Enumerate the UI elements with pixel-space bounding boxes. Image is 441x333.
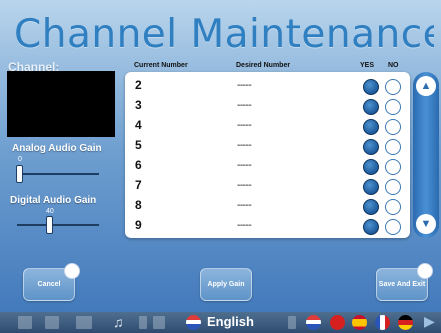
desired-number: -----: [237, 80, 252, 91]
current-number: 7: [135, 178, 142, 192]
table-row[interactable]: 5 -----: [131, 136, 406, 156]
desired-number: -----: [237, 120, 252, 131]
yes-radio[interactable]: [363, 159, 379, 175]
language-label: English: [207, 314, 254, 329]
cancel-button-label: Cancel: [37, 281, 61, 288]
apply-gain-button-label: Apply Gain: [207, 281, 245, 288]
no-radio[interactable]: [385, 139, 401, 155]
chevron-left-icon[interactable]: [288, 316, 296, 329]
current-number: 5: [135, 138, 142, 152]
taskbar-icon-2[interactable]: [45, 316, 59, 329]
apply-gain-button[interactable]: Apply Gain: [200, 268, 252, 301]
save-and-exit-button[interactable]: Save And Exit: [376, 263, 433, 301]
yes-radio[interactable]: [363, 199, 379, 215]
scroll-down-icon[interactable]: ▼: [416, 214, 436, 234]
analog-audio-gain-slider-thumb[interactable]: [16, 165, 23, 183]
yes-radio[interactable]: [363, 179, 379, 195]
table-row[interactable]: 2 -----: [131, 76, 406, 96]
analog-audio-gain-value: 0: [18, 156, 22, 163]
yes-radio[interactable]: [363, 139, 379, 155]
cancel-button[interactable]: Cancel: [23, 263, 80, 301]
desired-number: -----: [237, 100, 252, 111]
taskbar: ♫ English ▶: [0, 312, 441, 333]
desired-number: -----: [237, 200, 252, 211]
current-number: 9: [135, 218, 142, 232]
current-number: 4: [135, 118, 142, 132]
taskbar-icon-6[interactable]: [153, 316, 165, 329]
germany-flag-icon[interactable]: [398, 315, 413, 330]
save-toggle-knob: [417, 263, 433, 279]
no-radio[interactable]: [385, 159, 401, 175]
red-flag-icon[interactable]: [330, 315, 345, 330]
desired-number: -----: [237, 140, 252, 151]
channel-preview: [7, 71, 115, 137]
page-title: Channel Maintenance: [14, 12, 434, 57]
table-row[interactable]: 7 -----: [131, 176, 406, 196]
desired-number: -----: [237, 220, 252, 231]
no-radio[interactable]: [385, 99, 401, 115]
no-radio[interactable]: [385, 219, 401, 235]
yes-radio[interactable]: [363, 219, 379, 235]
taskbar-icon-5[interactable]: [139, 316, 147, 329]
taskbar-icon-3[interactable]: [76, 316, 92, 329]
spain-flag-icon[interactable]: [352, 315, 367, 330]
table-row[interactable]: 6 -----: [131, 156, 406, 176]
chevron-right-icon[interactable]: ▶: [424, 313, 435, 330]
yes-radio[interactable]: [363, 119, 379, 135]
digital-audio-gain-label: Digital Audio Gain: [10, 195, 97, 206]
us-flag-icon-2[interactable]: [306, 315, 321, 330]
cancel-toggle-knob: [64, 263, 80, 279]
column-header-no: NO: [388, 62, 399, 69]
france-flag-icon[interactable]: [375, 315, 390, 330]
scroll-up-icon[interactable]: ▲: [416, 76, 436, 96]
table-row[interactable]: 8 -----: [131, 196, 406, 216]
current-number: 2: [135, 78, 142, 92]
column-header-yes: YES: [360, 62, 375, 69]
yes-radio[interactable]: [363, 79, 379, 95]
current-number: 3: [135, 98, 142, 112]
analog-audio-gain-track[interactable]: [17, 173, 99, 175]
current-number: 6: [135, 158, 142, 172]
yes-radio[interactable]: [363, 99, 379, 115]
no-radio[interactable]: [385, 199, 401, 215]
digital-audio-gain-value: 40: [46, 208, 54, 215]
current-number: 8: [135, 198, 142, 212]
table-row[interactable]: 3 -----: [131, 96, 406, 116]
no-radio[interactable]: [385, 119, 401, 135]
no-radio[interactable]: [385, 79, 401, 95]
save-and-exit-button-label: Save And Exit: [378, 281, 426, 288]
digital-audio-gain-track[interactable]: [17, 224, 99, 226]
column-header-desired-number: Desired Number: [236, 62, 291, 69]
music-note-icon[interactable]: ♫: [113, 314, 124, 330]
no-radio[interactable]: [385, 179, 401, 195]
desired-number: -----: [237, 160, 252, 171]
table-row[interactable]: 9 -----: [131, 216, 406, 236]
us-flag-icon[interactable]: [186, 315, 201, 330]
list-scrollbar[interactable]: ▲ ▼: [413, 72, 439, 238]
table-row[interactable]: 4 -----: [131, 116, 406, 136]
digital-audio-gain-slider-thumb[interactable]: [46, 216, 53, 234]
analog-audio-gain-label: Analog Audio Gain: [12, 143, 102, 154]
desired-number: -----: [237, 180, 252, 191]
taskbar-icon-1[interactable]: [18, 316, 32, 329]
column-header-current-number: Current Number: [134, 62, 188, 69]
